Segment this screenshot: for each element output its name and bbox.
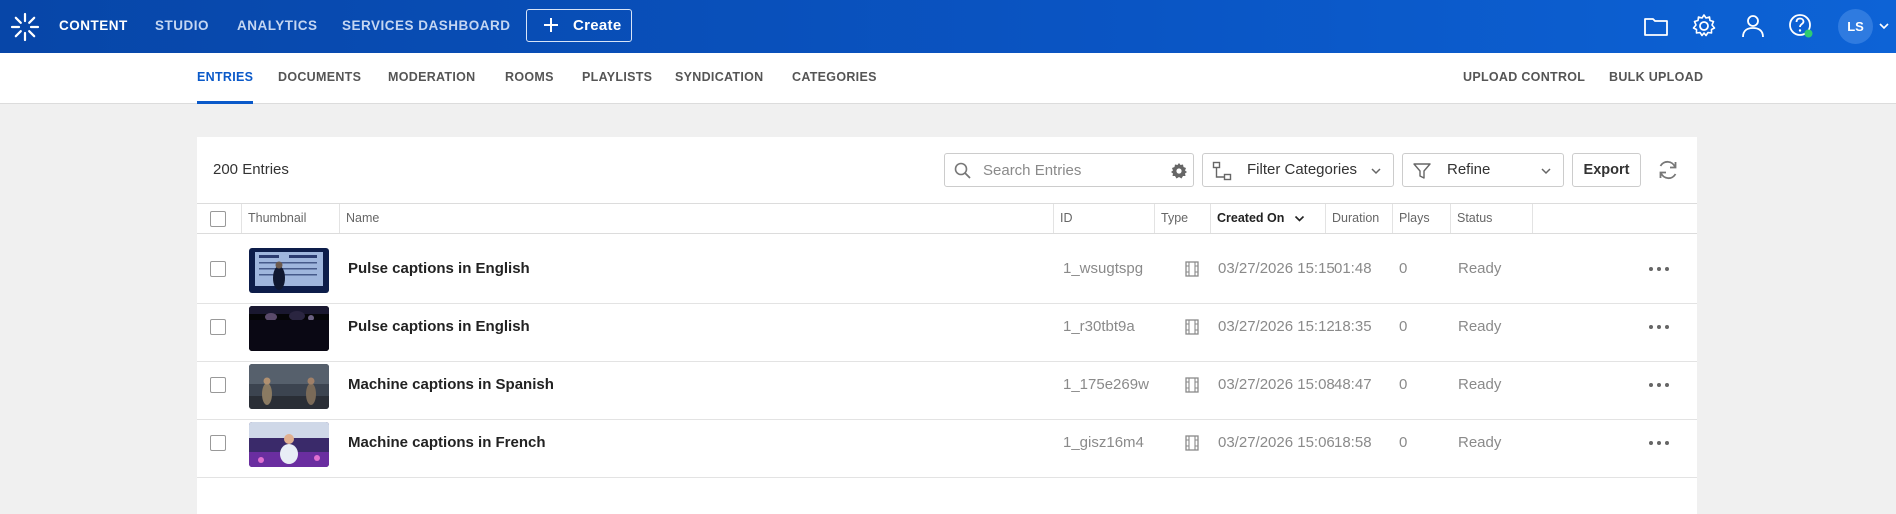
more-actions-icon[interactable] [1647,436,1671,450]
row-checkbox[interactable] [210,377,226,393]
column-created-on[interactable]: Created On [1210,204,1325,233]
gear-icon[interactable] [1690,12,1718,40]
thumbnail-image [249,422,329,467]
row-checkbox[interactable] [210,261,226,277]
more-actions-icon[interactable] [1647,378,1671,392]
sub-nav-bar: ENTRIES DOCUMENTS MODERATION ROOMS PLAYL… [0,53,1896,104]
video-type-icon [1185,261,1199,277]
folder-icon[interactable] [1642,12,1670,40]
entry-status: Ready [1458,434,1502,451]
tab-categories[interactable]: CATEGORIES [792,53,877,104]
entry-thumbnail[interactable] [249,306,329,351]
category-tree-icon [1212,161,1232,181]
entry-duration: 18:58 [1334,434,1372,451]
row-checkbox[interactable] [210,319,226,335]
tab-entries[interactable]: ENTRIES [197,53,254,104]
entry-plays: 0 [1399,434,1408,451]
video-type-icon [1185,435,1199,451]
create-button-label: Create [573,17,622,34]
chevron-down-icon[interactable] [1878,20,1890,32]
more-actions-icon[interactable] [1647,320,1671,334]
chevron-down-icon [1371,168,1381,175]
video-type-icon [1185,377,1199,393]
tab-moderation[interactable]: MODERATION [388,53,476,104]
column-thumbnail: Thumbnail [241,204,339,233]
refine-label: Refine [1447,161,1491,178]
search-icon [954,162,971,179]
table-header: Thumbnail Name ID Type Created On Durati… [197,203,1697,234]
thumbnail-image [249,306,329,351]
nav-content[interactable]: CONTENT [59,0,128,53]
thumbnail-image [249,248,329,293]
refresh-icon[interactable] [1656,158,1680,182]
column-name[interactable]: Name [339,204,1053,233]
help-icon[interactable] [1787,12,1815,40]
kaltura-logo-icon[interactable] [9,11,41,43]
refine-button[interactable]: Refine [1402,153,1564,187]
entry-name[interactable]: Machine captions in French [348,408,546,478]
nav-analytics[interactable]: ANALYTICS [237,0,318,53]
tab-playlists[interactable]: PLAYLISTS [582,53,652,104]
upload-control-link[interactable]: UPLOAD CONTROL [1463,53,1585,104]
chevron-down-icon [1541,168,1551,175]
tab-syndication[interactable]: SYNDICATION [675,53,764,104]
entries-panel: 200 Entries Filter Categories Refine [197,137,1697,514]
column-type[interactable]: Type [1154,204,1210,233]
search-input[interactable] [983,160,1153,180]
bulk-upload-link[interactable]: BULK UPLOAD [1609,53,1703,104]
column-status[interactable]: Status [1450,204,1532,233]
more-actions-icon[interactable] [1647,262,1671,276]
entries-count: 200 Entries [213,161,289,178]
tab-documents[interactable]: DOCUMENTS [278,53,361,104]
create-button[interactable]: Create [526,9,632,42]
top-bar: CONTENT STUDIO ANALYTICS SERVICES DASHBO… [0,0,1896,53]
column-id[interactable]: ID [1053,204,1154,233]
nav-studio[interactable]: STUDIO [155,0,209,53]
filter-funnel-icon [1413,163,1431,179]
sort-descending-icon [1294,216,1304,222]
search-settings-gear-icon[interactable] [1170,162,1188,180]
user-icon[interactable] [1739,12,1767,40]
export-button[interactable]: Export [1572,153,1641,187]
column-created-on-label: Created On [1217,211,1285,225]
column-plays[interactable]: Plays [1392,204,1450,233]
entry-thumbnail[interactable] [249,422,329,467]
thumbnail-image [249,364,329,409]
video-type-icon [1185,319,1199,335]
nav-services-dashboard[interactable]: SERVICES DASHBOARD [342,0,511,53]
filter-categories-label: Filter Categories [1247,161,1358,178]
entry-id: 1_gisz16m4 [1063,434,1144,451]
plus-icon [544,18,558,32]
table-row[interactable]: Machine captions in French 1_gisz16m4 03… [197,408,1697,478]
entry-thumbnail[interactable] [249,364,329,409]
entry-created-on: 03/27/2026 15:06 [1218,434,1335,451]
search-box[interactable] [944,153,1194,187]
avatar[interactable]: LS [1838,9,1873,44]
select-all-checkbox[interactable] [210,211,226,227]
filter-categories-button[interactable]: Filter Categories [1202,153,1394,187]
column-duration[interactable]: Duration [1325,204,1392,233]
column-actions [1532,204,1697,233]
entry-thumbnail[interactable] [249,248,329,293]
row-checkbox[interactable] [210,435,226,451]
tab-rooms[interactable]: ROOMS [505,53,554,104]
